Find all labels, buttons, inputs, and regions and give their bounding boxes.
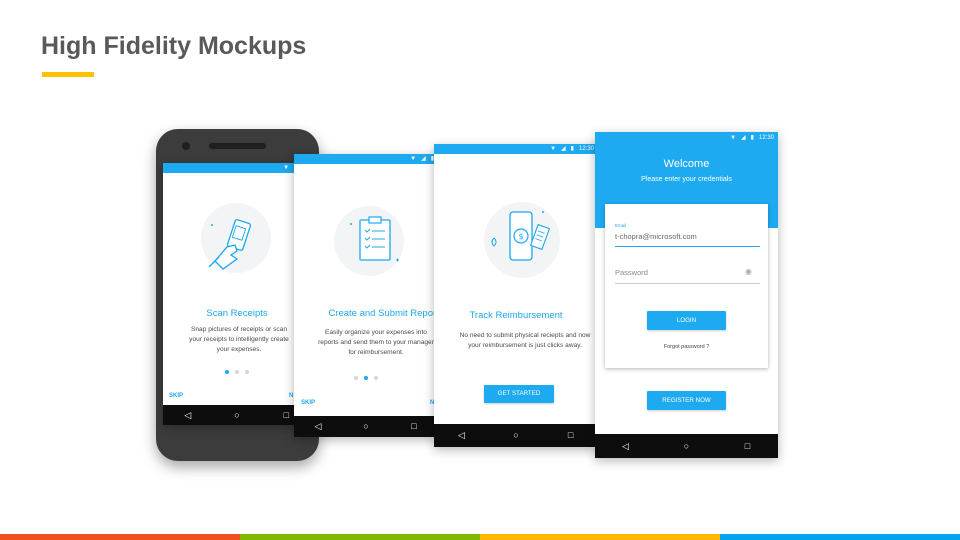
wifi-icon: ▼ [550, 146, 557, 152]
page-dot[interactable] [225, 370, 229, 374]
back-icon[interactable]: ◁ [306, 422, 330, 431]
recents-icon[interactable]: □ [559, 431, 583, 440]
home-icon[interactable]: ○ [675, 441, 699, 451]
status-time: 12:30 [578, 146, 594, 152]
forgot-password-link[interactable]: Forgot password ? [605, 344, 768, 350]
screen-track-reimbursement: ▼ ◢ ▮ 12:30 $ Track Reimbursement No nee… [434, 144, 598, 447]
status-bar: ▼ ◢ ▮ 12:30 [434, 144, 598, 154]
next-button[interactable]: N [289, 393, 293, 399]
welcome-title: Welcome [663, 158, 710, 170]
email-underline [615, 246, 760, 247]
battery-icon: ▮ [750, 135, 754, 141]
show-password-icon[interactable]: ◉ [745, 267, 752, 276]
signal-icon: ◢ [741, 135, 746, 141]
screen-description: Snap pictures of receipts or scan your r… [189, 326, 289, 353]
login-card: Email t-chopra@microsoft.com Password ◉ … [605, 204, 768, 368]
recents-icon[interactable]: □ [736, 441, 760, 451]
status-bar: ▼ ◢ ▮ [163, 163, 311, 173]
status-time: 12:30 [758, 135, 774, 141]
page-indicator [294, 376, 438, 380]
nav-bar: ◁ ○ □ [294, 416, 438, 437]
phone-dollar-icon: $ [491, 211, 551, 261]
page-dot[interactable] [354, 376, 358, 380]
footer-segment [240, 534, 480, 540]
page-indicator [163, 370, 311, 374]
screen-scan-receipts: ▼ ◢ ▮ Scan Receipts Snap pictures of rec… [163, 163, 311, 425]
nav-bar: ◁ ○ □ [163, 405, 311, 425]
nav-bar: ◁ ○ □ [434, 424, 598, 447]
nav-bar: ◁ ○ □ [595, 434, 778, 458]
footer-segment [720, 534, 960, 540]
password-underline [615, 283, 760, 284]
phone-camera [182, 142, 190, 150]
email-field[interactable]: t-chopra@microsoft.com [615, 232, 697, 241]
screen-description: No need to submit physical reciepts and … [459, 332, 591, 349]
screen-title: Scan Receipts [206, 308, 268, 319]
get-started-button[interactable]: GET STARTED [484, 385, 554, 403]
wifi-icon: ▼ [730, 135, 737, 141]
phone-speaker [209, 143, 266, 149]
screen-create-reports: ▼ ◢ ▮ Create and Submit Reports Easily o… [294, 154, 438, 437]
register-button[interactable]: REGISTER NOW [647, 391, 726, 410]
footer-segment [480, 534, 720, 540]
skip-button[interactable]: SKIP [301, 400, 315, 406]
signal-icon: ◢ [421, 156, 426, 162]
screen-description: Easily organize your expenses into repor… [318, 329, 434, 356]
title-underline [42, 72, 94, 77]
hand-phone-receipt-icon [208, 219, 252, 270]
recents-icon[interactable]: □ [402, 422, 426, 431]
back-icon[interactable]: ◁ [176, 410, 200, 420]
password-field[interactable]: Password [615, 268, 648, 277]
wifi-icon: ▼ [283, 165, 290, 171]
clipboard-checklist-icon [350, 216, 399, 262]
back-icon[interactable]: ◁ [614, 441, 638, 451]
status-bar: ▼ ◢ ▮ [294, 154, 438, 164]
credentials-subtitle: Please enter your credentials [641, 176, 732, 183]
page-dot[interactable] [245, 370, 249, 374]
page-dot[interactable] [235, 370, 239, 374]
back-icon[interactable]: ◁ [449, 431, 473, 440]
footer-segment [0, 534, 240, 540]
wifi-icon: ▼ [410, 156, 417, 162]
signal-icon: ◢ [561, 146, 566, 152]
status-bar: ▼ ◢ ▮ 12:30 [595, 132, 778, 144]
home-icon[interactable]: ○ [354, 422, 378, 431]
screen-login: ▼ ◢ ▮ 12:30 Welcome Please enter your cr… [595, 132, 778, 458]
skip-button[interactable]: SKIP [169, 393, 183, 399]
home-icon[interactable]: ○ [225, 410, 249, 420]
email-label: Email [615, 223, 627, 228]
page-dot[interactable] [374, 376, 378, 380]
slide-title: High Fidelity Mockups [41, 32, 307, 60]
home-icon[interactable]: ○ [504, 431, 528, 440]
page-dot[interactable] [364, 376, 368, 380]
screen-title: Create and Submit Reports [328, 308, 438, 319]
footer-color-bar [0, 534, 960, 540]
battery-icon: ▮ [570, 146, 574, 152]
svg-text:$: $ [518, 232, 523, 241]
login-button[interactable]: LOGIN [647, 311, 726, 330]
screen-title: Track Reimbursement [469, 310, 563, 321]
